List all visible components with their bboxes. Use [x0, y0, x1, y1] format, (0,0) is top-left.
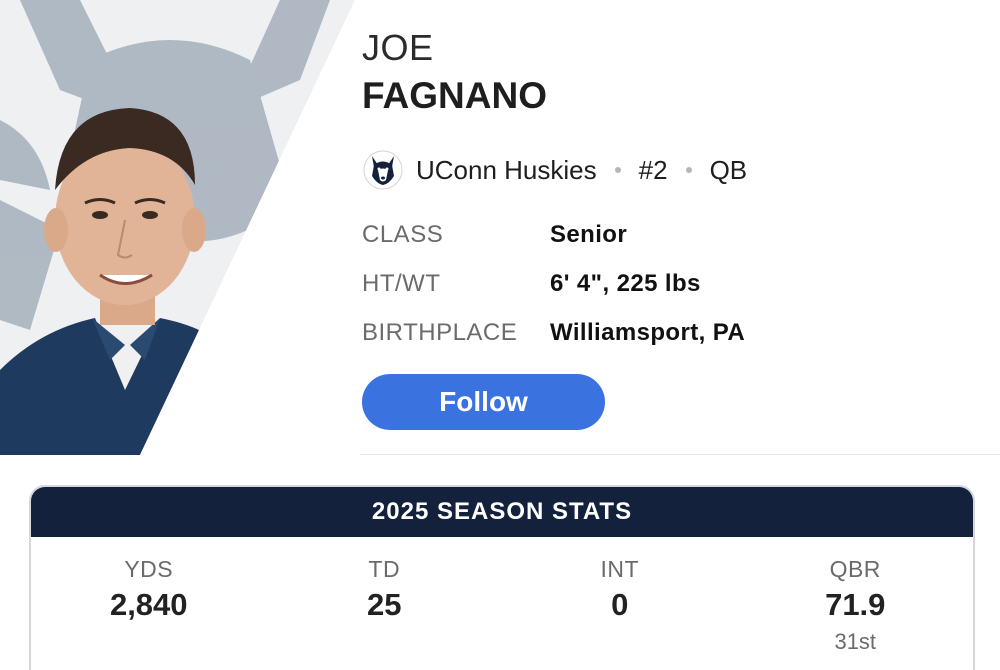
stat-label: QBR: [829, 556, 881, 582]
stats-grid: YDS 2,840 TD 25 INT 0 QBR 71.9 31st: [31, 537, 973, 659]
bio-value: Senior: [550, 220, 628, 248]
stat-rank: 31st: [834, 629, 877, 654]
separator-dot: [685, 167, 692, 173]
stat-label: YDS: [124, 556, 174, 582]
stat-yds[interactable]: YDS 2,840: [31, 555, 267, 659]
jersey-number: #2: [638, 154, 668, 185]
stat-value: 71.9: [825, 587, 886, 622]
separator-dot: [614, 167, 621, 173]
team-name-link[interactable]: UConn Huskies: [416, 155, 597, 186]
husky-logo-icon[interactable]: [362, 149, 404, 191]
stat-qbr[interactable]: QBR 71.9 31st: [738, 555, 974, 659]
season-stats-title: 2025 SEASON STATS: [31, 487, 973, 537]
season-stats-card: 2025 SEASON STATS YDS 2,840 TD 25 INT 0 …: [29, 485, 975, 670]
bio-label: CLASS: [362, 220, 444, 248]
stat-value: 2,840: [109, 587, 188, 622]
player-headshot-image: [0, 0, 360, 455]
team-row: UConn Huskies #2 QB: [362, 146, 982, 194]
bio-label: HT/WT: [362, 269, 441, 297]
player-position: QB: [709, 154, 748, 185]
bio-value: 6' 4", 225 lbs: [550, 269, 701, 297]
stat-int[interactable]: INT 0: [502, 555, 738, 659]
bio-row-class: CLASS Senior: [362, 210, 982, 259]
player-photo: [0, 0, 360, 455]
follow-button[interactable]: Follow: [362, 374, 605, 430]
stat-value: 25: [367, 587, 402, 622]
bio-row-birthplace: BIRTHPLACE Williamsport, PA: [362, 308, 982, 357]
stat-value: 0: [611, 587, 629, 622]
player-first-name: JOE: [362, 27, 434, 68]
player-profile-page: JOE FAGNANO UConn Huskies #2 QB CLASS Se…: [0, 0, 1000, 670]
player-info: JOE FAGNANO UConn Huskies #2 QB CLASS Se…: [362, 28, 982, 357]
bio-row-ht-wt: HT/WT 6' 4", 225 lbs: [362, 259, 982, 308]
player-last-name: FAGNANO: [362, 75, 547, 116]
player-header: JOE FAGNANO UConn Huskies #2 QB CLASS Se…: [0, 0, 1000, 455]
bio-label: BIRTHPLACE: [362, 318, 518, 346]
bio-list: CLASS Senior HT/WT 6' 4", 225 lbs BIRTHP…: [362, 210, 982, 357]
bio-value: Williamsport, PA: [550, 318, 746, 346]
stat-td[interactable]: TD 25: [267, 555, 503, 659]
stat-label: INT: [600, 556, 640, 582]
stat-label: TD: [368, 556, 401, 582]
